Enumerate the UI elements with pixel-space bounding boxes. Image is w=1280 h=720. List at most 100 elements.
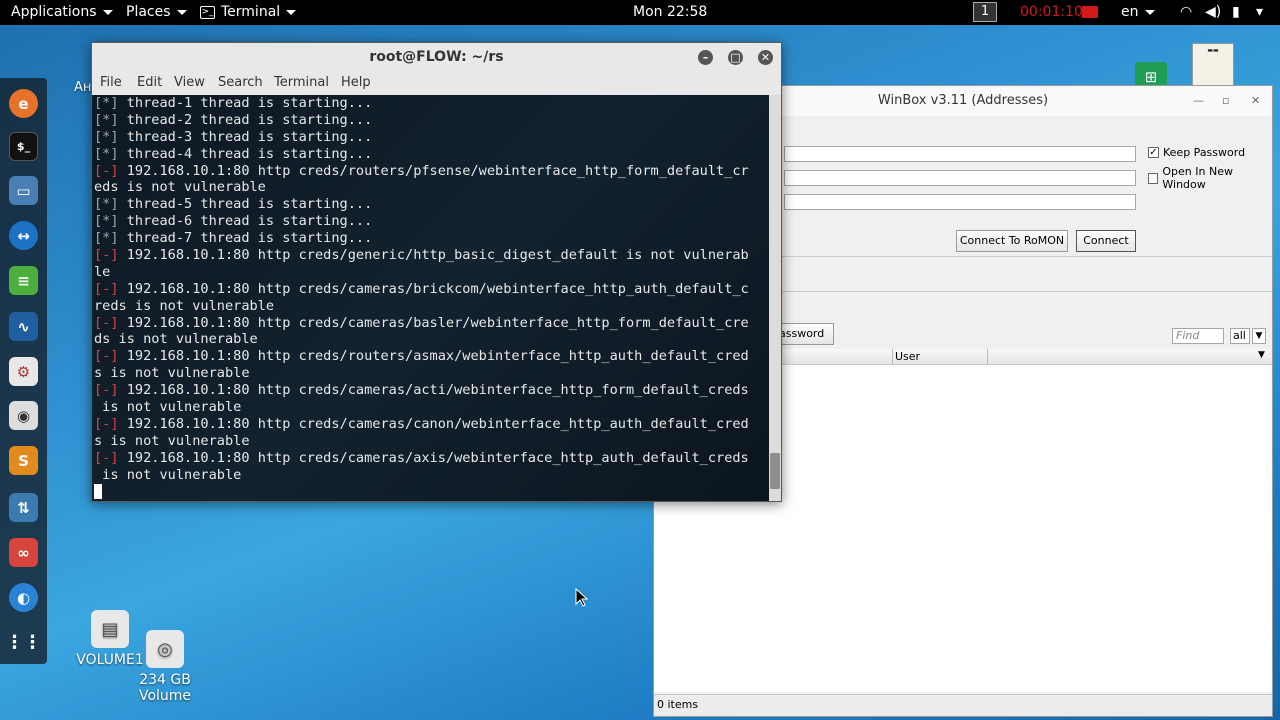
password-input[interactable] — [784, 194, 1136, 210]
disk-label: Volume — [138, 688, 192, 704]
terminal-icon: >_ — [200, 5, 215, 19]
checkbox-box — [1148, 172, 1159, 184]
menu-terminal[interactable]: Terminal — [274, 75, 329, 90]
firefox-icon[interactable]: e — [9, 89, 38, 118]
chevron-down-icon — [102, 9, 113, 15]
terminal-line-text: s is not vulnerable — [94, 365, 250, 382]
desktop-volume-disk[interactable]: ◎ 234 GB Volume — [133, 630, 197, 704]
terminal-line: [*] thread-3 thread is starting... — [94, 129, 769, 146]
places-label: Places — [126, 4, 171, 20]
terminal-line: is not vulnerable — [94, 399, 769, 416]
applications-label: Applications — [11, 4, 97, 20]
workspace-indicator[interactable]: 1 — [973, 2, 997, 22]
connect-romon-button[interactable]: Connect To RoMON — [956, 230, 1068, 252]
scrollbar-thumb[interactable] — [770, 453, 780, 489]
filter-dropdown-icon[interactable]: ▼ — [1252, 328, 1266, 344]
terminal-line: [-] 192.168.10.1:80 http creds/cameras/b… — [94, 315, 769, 332]
teamviewer-icon[interactable]: ↔ — [9, 221, 38, 250]
battery-icon[interactable]: ▮ — [1232, 4, 1240, 20]
audio-icon[interactable]: ◉ — [9, 401, 38, 430]
terminal-line: reds is not vulnerable — [94, 298, 769, 315]
desktop-partial-label: Ан — [74, 80, 92, 95]
menu-view[interactable]: View — [174, 75, 205, 90]
prompt-line[interactable] — [94, 483, 769, 500]
terminal-line-text: eds is not vulnerable — [94, 179, 266, 196]
terminal-line-text: thread-7 thread is starting... — [118, 230, 373, 247]
terminal-menubar: File Edit View Search Terminal Help — [92, 73, 781, 95]
terminal-window: root@FLOW: ~/rs – □ ✕ File Edit View Sea… — [91, 42, 782, 502]
places-menu[interactable]: Places — [126, 4, 187, 20]
menu-search[interactable]: Search — [218, 75, 263, 90]
disk-size-label: 234 GB — [139, 672, 191, 688]
keep-password-label: Keep Password — [1163, 146, 1246, 159]
check-icon: ✓ — [1148, 147, 1159, 158]
open-new-window-checkbox[interactable]: Open In New Window — [1148, 165, 1272, 191]
menu-file[interactable]: File — [100, 75, 122, 90]
column-divider — [892, 349, 893, 365]
info-marker: [*] — [94, 111, 119, 128]
terminal-line: is not vulnerable — [94, 467, 769, 484]
terminal-title: root@FLOW: ~/rs — [369, 49, 504, 65]
terminal-line: [-] 192.168.10.1:80 http creds/routers/p… — [94, 163, 769, 180]
terminal-line-text: 192.168.10.1:80 http creds/cameras/basle… — [118, 314, 749, 331]
maximize-icon[interactable]: □ — [728, 50, 743, 65]
login-input[interactable] — [784, 170, 1136, 186]
terminal-line: [-] 192.168.10.1:80 http creds/cameras/b… — [94, 281, 769, 298]
record-icon[interactable] — [1082, 6, 1098, 18]
find-input[interactable]: Find — [1172, 328, 1224, 344]
connect-to-input[interactable] — [784, 146, 1136, 162]
info-marker: [*] — [94, 128, 119, 145]
terminal-output[interactable]: [*] thread-1 thread is starting... [*] th… — [92, 95, 769, 501]
clock[interactable]: Mon 22:58 — [633, 4, 707, 20]
column-menu-icon[interactable]: ▼ — [1258, 350, 1265, 360]
filter-select[interactable]: all — [1230, 328, 1250, 344]
book-cover-icon[interactable]: ▬▬ — [1192, 43, 1234, 87]
error-marker: [-] — [94, 382, 119, 399]
applications-menu[interactable]: Applications — [11, 4, 113, 20]
glasses-icon[interactable]: ∞ — [9, 538, 38, 567]
upload-icon[interactable]: ⇅ — [9, 493, 38, 522]
power-menu-icon[interactable]: ▾ — [1256, 4, 1263, 20]
menu-edit[interactable]: Edit — [137, 75, 162, 90]
minimize-icon[interactable]: – — [698, 50, 713, 65]
info-marker: [*] — [94, 213, 119, 230]
settings-icon[interactable]: ⚙ — [9, 357, 38, 386]
terminal-line: eds is not vulnerable — [94, 179, 769, 196]
chevron-down-icon — [1144, 9, 1155, 15]
terminal-app-menu[interactable]: >_ Terminal — [200, 4, 297, 20]
info-marker: [*] — [94, 230, 119, 247]
close-icon[interactable]: ✕ — [1251, 94, 1260, 107]
language-menu[interactable]: en — [1121, 4, 1155, 20]
notes-icon[interactable]: ≡ — [9, 266, 38, 295]
sublime-icon[interactable]: S — [9, 446, 38, 475]
wireshark-icon[interactable]: ∿ — [9, 312, 38, 341]
terminal-scrollbar[interactable] — [769, 95, 781, 501]
column-user[interactable]: User — [895, 350, 920, 363]
menu-help[interactable]: Help — [341, 75, 371, 90]
maximize-icon[interactable]: ▫ — [1222, 94, 1229, 107]
terminal-icon[interactable]: $_ — [9, 132, 38, 161]
minimize-icon[interactable]: — — [1193, 94, 1204, 107]
terminal-line-text: thread-6 thread is starting... — [118, 213, 373, 230]
chevron-down-icon — [176, 9, 187, 15]
wifi-icon[interactable]: ◠ — [1180, 4, 1192, 20]
password-tab[interactable]: assword — [774, 323, 834, 345]
volume-icon[interactable]: ◀) — [1205, 4, 1221, 20]
drive-icon: ▤ — [91, 610, 129, 648]
error-marker: [-] — [94, 247, 119, 264]
connect-button[interactable]: Connect — [1076, 230, 1136, 252]
terminal-app-label: Terminal — [221, 4, 281, 20]
network-icon[interactable]: ◐ — [9, 583, 38, 612]
keep-password-checkbox[interactable]: ✓ Keep Password — [1148, 146, 1245, 159]
terminal-line-text: reds is not vulnerable — [94, 297, 275, 314]
terminal-line-text: thread-1 thread is starting... — [118, 95, 373, 111]
terminal-line-text: s is not vulnerable — [94, 432, 250, 449]
terminal-line: [-] 192.168.10.1:80 http creds/cameras/c… — [94, 416, 769, 433]
files-icon[interactable]: ▭ — [9, 176, 38, 205]
terminal-line-text: thread-3 thread is starting... — [118, 128, 373, 145]
terminal-line-text: 192.168.10.1:80 http creds/cameras/acti/… — [118, 382, 749, 399]
apps-grid-icon[interactable]: ⋮⋮ — [6, 628, 42, 657]
info-marker: [*] — [94, 196, 119, 213]
terminal-titlebar[interactable]: root@FLOW: ~/rs – □ ✕ — [92, 43, 781, 73]
close-icon[interactable]: ✕ — [758, 50, 773, 65]
